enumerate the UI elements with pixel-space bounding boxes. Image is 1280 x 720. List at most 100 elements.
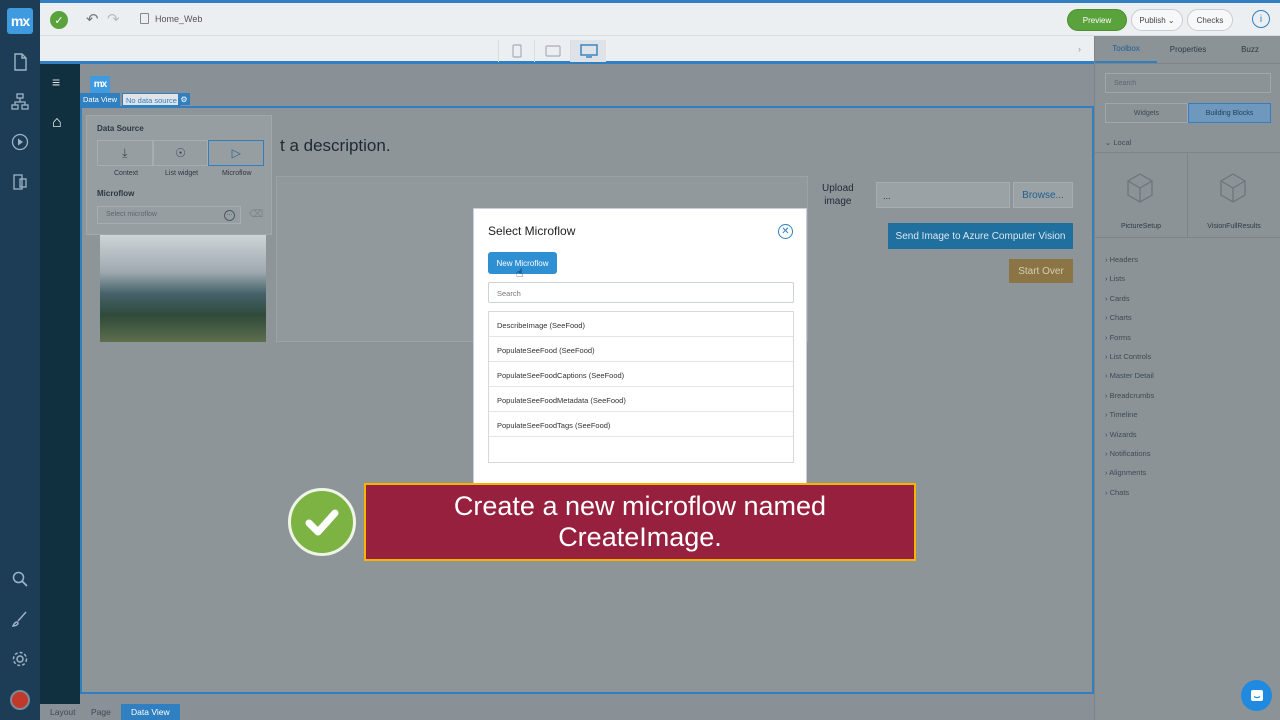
microflow-list: DescribeImage (SeeFood) PopulateSeeFood … — [488, 311, 794, 463]
toolbox-search-input[interactable]: Search — [1105, 73, 1271, 93]
start-over-button[interactable]: Start Over — [1009, 259, 1073, 283]
callout-line1: Create a new microflow named — [453, 491, 827, 521]
info-icon[interactable]: i — [1252, 10, 1270, 28]
select-microflow-dialog: Select Microflow ✕ New Microflow Search … — [473, 208, 807, 488]
file-icon[interactable] — [10, 52, 30, 72]
send-to-azure-button[interactable]: Send Image to Azure Computer Vision — [888, 223, 1073, 249]
datasource-title: Data Source — [97, 124, 144, 133]
upload-image-label: Upload image — [822, 182, 854, 208]
category-notifications[interactable]: Notifications — [1105, 449, 1151, 458]
category-wizards[interactable]: Wizards — [1105, 430, 1137, 439]
status-check-icon[interactable]: ✓ — [50, 11, 68, 29]
browse-button[interactable]: Browse... — [1013, 182, 1073, 208]
tablet-view-icon[interactable] — [534, 40, 570, 62]
category-breadcrumbs[interactable]: Breadcrumbs — [1105, 391, 1155, 400]
document-title: Home_Web — [155, 13, 203, 24]
crumb-data-view[interactable]: Data View — [121, 704, 180, 720]
checks-button[interactable]: Checks — [1187, 9, 1233, 31]
local-building-blocks: PictureSetup VisionFullResults — [1095, 152, 1280, 238]
category-alignments[interactable]: Alignments — [1105, 468, 1146, 477]
list-item[interactable]: DescribeImage (SeeFood) — [489, 312, 793, 337]
collapse-arrow-icon[interactable]: › — [1078, 44, 1081, 54]
select-microflow-input[interactable]: Select microflow — [97, 206, 241, 224]
mx-widget-tag: mx — [90, 76, 110, 93]
preview-label: Preview — [1082, 15, 1112, 25]
microflow-search-input[interactable]: Search — [488, 282, 794, 303]
context-label: Context — [114, 170, 139, 177]
category-cards[interactable]: Cards — [1105, 294, 1130, 303]
widgets-toggle[interactable]: Widgets — [1105, 103, 1188, 123]
user-avatar[interactable] — [10, 690, 30, 710]
microflow-play-icon: ▷ — [231, 146, 241, 160]
publish-label: Publish — [1139, 15, 1166, 25]
list-widget-label: List widget — [165, 170, 199, 177]
clear-icon[interactable]: ⌫ — [249, 209, 263, 220]
brush-icon[interactable] — [10, 609, 30, 629]
category-chats[interactable]: Chats — [1105, 488, 1130, 497]
search-icon[interactable] — [10, 569, 30, 589]
list-item[interactable]: PopulateSeeFood (SeeFood) — [489, 337, 793, 362]
list-item[interactable]: PopulateSeeFoodMetadata (SeeFood) — [489, 387, 793, 412]
hamburger-icon[interactable]: ≡ — [52, 74, 60, 90]
app-sidebar-preview: ≡ ⌂ — [40, 64, 80, 704]
context-option[interactable]: ⤓ — [97, 140, 153, 166]
more-options-icon[interactable]: ··· — [224, 210, 235, 221]
top-toolbar: ✓ ↶ ↷ Home_Web Preview Publish ⌄ Checks … — [40, 0, 1280, 36]
visionfullresults-label: VisionFullResults — [1207, 223, 1261, 230]
mx-logo[interactable]: mx — [7, 8, 33, 34]
category-master-detail[interactable]: Master Detail — [1105, 371, 1154, 380]
landscape-image[interactable] — [100, 234, 266, 342]
upload-label-line1: Upload — [822, 183, 854, 194]
building-blocks-toggle[interactable]: Building Blocks — [1188, 103, 1271, 123]
chat-icon[interactable] — [1241, 680, 1272, 711]
panel-tabs: Toolbox Properties Buzz — [1095, 36, 1280, 64]
microflow-option[interactable]: ▷ — [208, 140, 265, 166]
undo-icon[interactable]: ↶ — [86, 10, 99, 28]
widget-type-toggle: Widgets Building Blocks — [1105, 103, 1271, 123]
local-section-header[interactable]: Local — [1105, 138, 1131, 147]
home-icon[interactable]: ⌂ — [52, 114, 62, 132]
category-forms[interactable]: Forms — [1105, 333, 1131, 342]
settings-icon[interactable] — [10, 649, 30, 669]
tab-properties[interactable]: Properties — [1157, 36, 1219, 63]
category-charts[interactable]: Charts — [1105, 313, 1132, 322]
list-widget-option[interactable]: ☉ — [152, 140, 209, 166]
microflow-label: Microflow — [97, 189, 135, 198]
breadcrumb: Layout Page Data View — [40, 704, 1094, 720]
upload-file-input[interactable]: ... — [876, 182, 1010, 208]
close-icon[interactable]: ✕ — [778, 224, 793, 239]
datasource-options: ⤓ ☉ ▷ — [97, 140, 265, 166]
document-tab[interactable]: Home_Web — [140, 13, 202, 24]
sitemap-icon[interactable] — [10, 92, 30, 112]
category-timeline[interactable]: Timeline — [1105, 410, 1137, 419]
desktop-view-icon[interactable] — [570, 40, 606, 62]
preview-button[interactable]: Preview — [1067, 9, 1127, 31]
category-headers[interactable]: Headers — [1105, 255, 1138, 264]
datasource-tag[interactable]: No data source — [122, 93, 181, 106]
category-list-controls[interactable]: List Controls — [1105, 352, 1152, 361]
cube-icon — [1220, 173, 1246, 203]
redo-icon[interactable]: ↷ — [107, 10, 120, 28]
picturesetup-tile[interactable]: PictureSetup — [1095, 153, 1188, 237]
play-icon[interactable] — [10, 132, 30, 152]
category-lists[interactable]: Lists — [1105, 274, 1125, 283]
mobile-icon[interactable] — [10, 172, 30, 192]
checks-label: Checks — [1196, 15, 1224, 25]
visionfullresults-tile[interactable]: VisionFullResults — [1188, 153, 1280, 237]
crumb-page[interactable]: Page — [81, 704, 121, 720]
callout-line2: CreateImage. — [558, 522, 722, 552]
dataview-tag[interactable]: Data View — [80, 93, 121, 106]
left-navigation: mx — [0, 0, 40, 720]
publish-button[interactable]: Publish ⌄ — [1131, 9, 1183, 31]
list-item[interactable]: PopulateSeeFoodTags (SeeFood) — [489, 412, 793, 437]
list-item[interactable]: PopulateSeeFoodCaptions (SeeFood) — [489, 362, 793, 387]
phone-view-icon[interactable] — [498, 40, 534, 62]
download-icon: ⤓ — [122, 145, 128, 160]
cube-icon — [1127, 173, 1153, 203]
tab-buzz[interactable]: Buzz — [1219, 36, 1280, 63]
upload-label-line2: image — [824, 196, 852, 207]
crumb-layout[interactable]: Layout — [40, 704, 86, 720]
datasource-gear-icon[interactable]: ⚙ — [178, 93, 190, 105]
tab-toolbox[interactable]: Toolbox — [1095, 36, 1157, 63]
description-heading: t a description. — [280, 136, 391, 155]
